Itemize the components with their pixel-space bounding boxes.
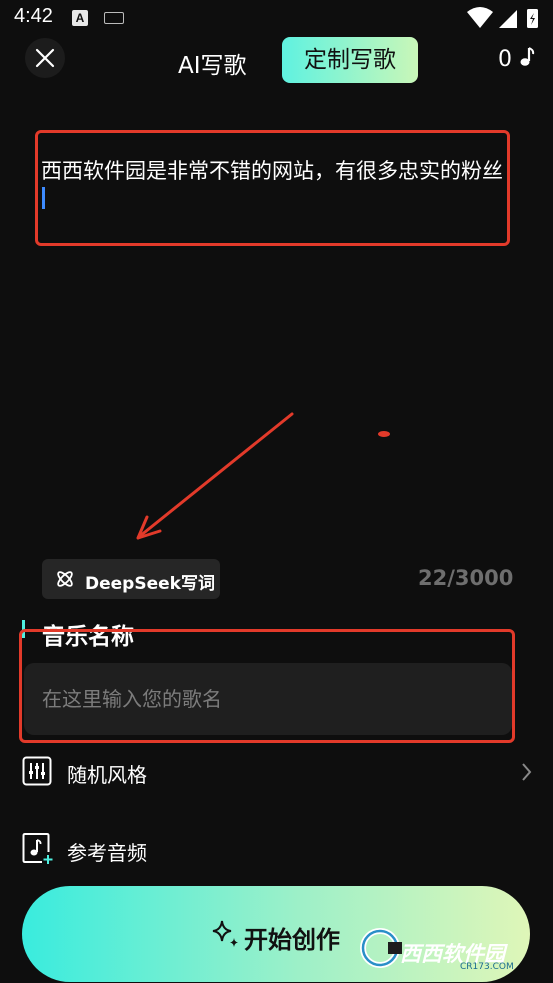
music-note-icon [520,47,535,66]
close-button[interactable] [25,38,65,78]
annotation-box-name [19,629,515,743]
credits-value: 0 [498,47,512,72]
reference-audio-label: 参考音频 [67,841,147,865]
atom-icon [57,571,73,587]
annotation-arrow [136,412,390,540]
random-style-row[interactable]: 随机风格 [20,752,540,792]
tab-custom-label: 定制写歌 [304,47,396,73]
font-app-icon: A [72,10,88,26]
watermark-logo-icon [360,928,402,968]
annotation-dot [378,431,390,437]
start-create-label: 开始创作 [244,926,340,954]
annotation-box-lyrics [35,130,510,246]
tab-custom-write-song[interactable]: 定制写歌 [282,37,418,83]
wifi-icon [467,7,493,28]
close-icon [35,48,55,68]
status-time: 4:42 [14,5,53,27]
sliders-icon [22,756,52,786]
character-count: 22/3000 [418,566,514,590]
deepseek-label: DeepSeek写词 [85,574,215,594]
sparkle-icon [212,920,238,947]
status-icons [467,7,538,28]
tab-ai-write-song[interactable]: AI写歌 [178,46,247,80]
audio-file-icon [22,833,53,864]
watermark-sub: CR173.COM [460,962,514,972]
signal-icon [499,10,517,28]
keyboard-icon [104,12,124,24]
random-style-label: 随机风格 [67,763,147,787]
reference-audio-row[interactable]: 参考音频 [20,830,320,870]
credits-counter[interactable]: 0 [498,46,535,72]
chevron-right-icon [522,763,532,781]
